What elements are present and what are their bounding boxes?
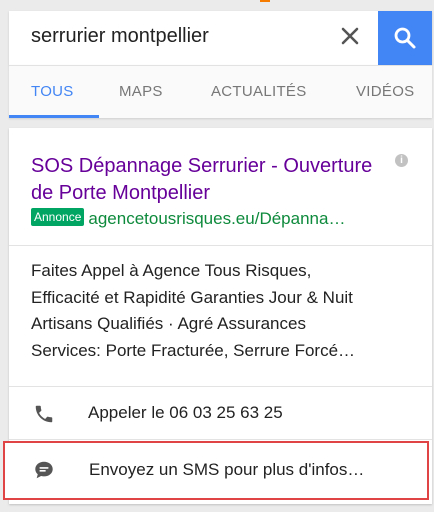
- tab-maps[interactable]: MAPS: [119, 83, 163, 100]
- top-orange-mark: [260, 0, 270, 2]
- search-icon: [394, 27, 416, 49]
- ad-badge: Annonce: [31, 208, 85, 226]
- ad-display-url[interactable]: agencetousrisques.eu/Dépanna…: [88, 209, 345, 228]
- call-label: Appeler le 06 03 25 63 25: [88, 403, 283, 422]
- call-extension[interactable]: Appeler le 06 03 25 63 25: [9, 389, 432, 438]
- info-icon[interactable]: i: [395, 154, 408, 167]
- ad-url-line: Annonce agencetousrisques.eu/Dépanna…: [31, 208, 411, 229]
- search-bar: serrurier montpellier: [9, 11, 432, 65]
- search-tabs: TOUS MAPS ACTUALITÉS VIDÉOS: [9, 65, 432, 118]
- sms-label: Envoyez un SMS pour plus d'infos…: [89, 460, 365, 479]
- ad-description-line: Services: Porte Fracturée, Serrure Forcé…: [31, 340, 356, 360]
- ad-description-line: Efficacité et Rapidité Garanties Jour & …: [31, 287, 353, 307]
- ad-description-line: Artisans Qualifiés · Agré Assurances: [31, 314, 306, 333]
- active-tab-indicator: [9, 115, 99, 118]
- search-button[interactable]: [378, 11, 432, 65]
- phone-icon: [33, 403, 55, 425]
- close-icon[interactable]: [333, 19, 367, 53]
- ad-description-line: Faites Appel à Agence Tous Risques,: [31, 261, 312, 280]
- tab-actualites[interactable]: ACTUALITÉS: [211, 83, 307, 100]
- sms-extension[interactable]: Envoyez un SMS pour plus d'infos…: [3, 441, 429, 500]
- message-icon: [33, 459, 55, 481]
- ad-title-link[interactable]: SOS Dépannage Serrurier - Ouverture de P…: [31, 153, 391, 207]
- divider: [9, 439, 432, 440]
- tab-videos[interactable]: VIDÉOS: [356, 83, 414, 100]
- divider: [9, 245, 432, 246]
- search-query[interactable]: serrurier montpellier: [31, 25, 209, 48]
- ad-description: Faites Appel à Agence Tous Risques, Effi…: [31, 258, 411, 364]
- divider: [9, 386, 432, 387]
- tab-tous[interactable]: TOUS: [31, 83, 74, 100]
